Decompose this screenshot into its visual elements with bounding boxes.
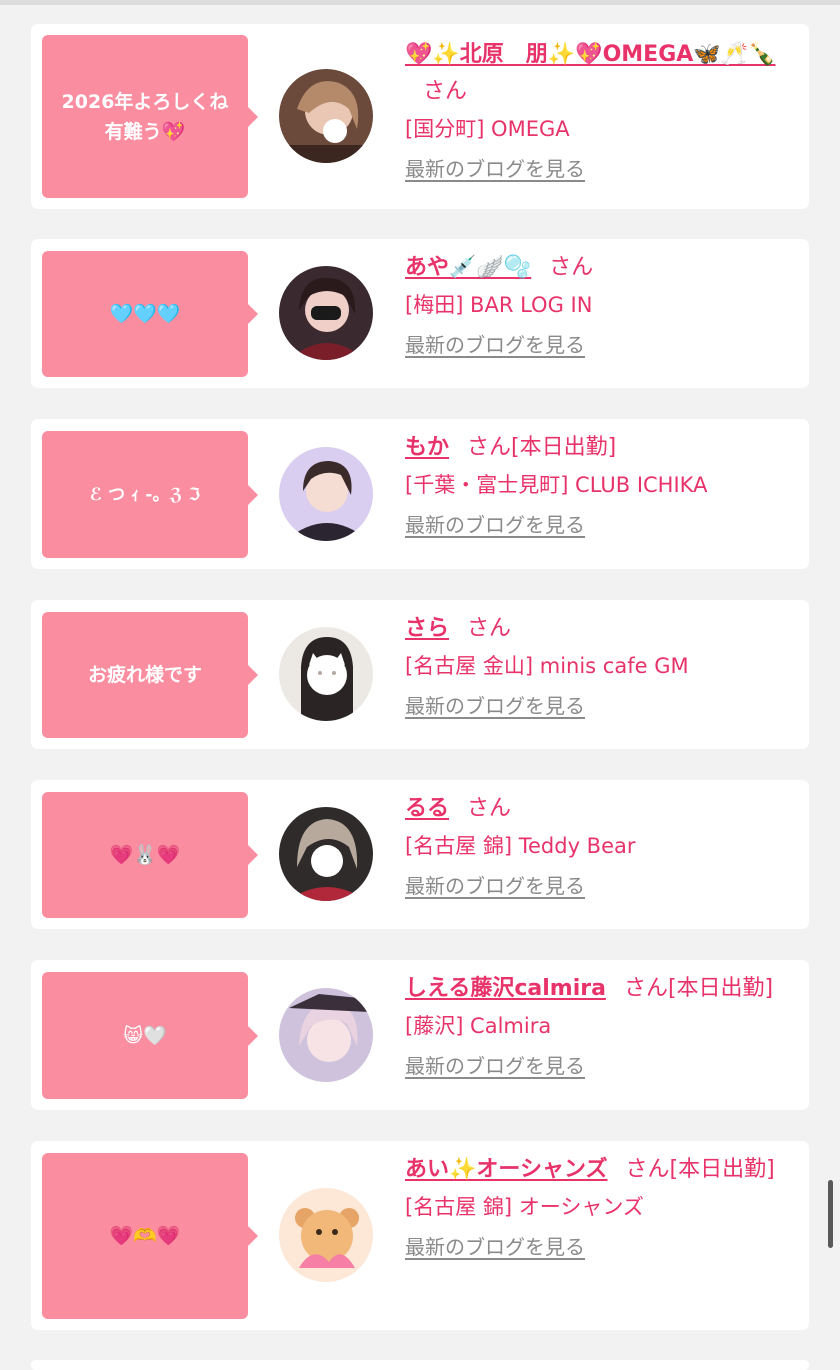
avatar[interactable] [279, 627, 373, 721]
honorific: さん [467, 435, 512, 460]
blog-card: ℰ つ ｨ -。ℨ ℑ もか さん[本日出勤] [千葉・富士見町] CLUB IC… [31, 419, 809, 569]
avatar[interactable] [279, 447, 373, 541]
cast-name-link[interactable]: もか [405, 435, 449, 460]
blog-card: お疲れ様です さら さん [名古屋 金山] minis cafe GM 最新のブロ… [31, 600, 809, 749]
latest-blog-link[interactable]: 最新のブログを見る [405, 154, 585, 184]
cast-name-link[interactable]: あい✨オーシャンズ [405, 1157, 608, 1182]
message-bubble: お疲れ様です [42, 612, 258, 738]
latest-blog-link[interactable]: 最新のブログを見る [405, 691, 585, 721]
cast-name-link[interactable]: るる [405, 796, 449, 821]
status-label: [本日出勤] [667, 976, 774, 1001]
shop-label: [梅田] BAR LOG IN [405, 293, 593, 317]
honorific: さん [625, 1157, 670, 1182]
blog-card: 💗🫶💗 あい✨オーシャンズ さん[本日出勤] [名古屋 錦] オーシャンズ 最新の… [31, 1141, 809, 1330]
message-bubble: 💗🫶💗 [42, 1153, 258, 1319]
blog-card: 2026年よろしくね 有難う💖 💖✨北原 朋✨💖OMEGA🦋🥂🍾 さん [国分町]… [31, 24, 809, 209]
cast-name-link[interactable]: あや💉🪽🫧 [405, 255, 531, 280]
honorific: さん [467, 616, 512, 641]
blog-card: 😸🤍 しえる藤沢calmira さん[本日出勤] [藤沢] Calmira 最新の… [31, 960, 809, 1110]
latest-blog-link[interactable]: 最新のブログを見る [405, 1051, 585, 1081]
avatar[interactable] [279, 69, 373, 163]
shop-label: [藤沢] Calmira [405, 1014, 552, 1038]
blog-card: 🩵🩵🩵 あや💉🪽🫧 さん [梅田] BAR LOG IN 最新のブログを見る [31, 239, 809, 388]
top-divider [0, 0, 840, 5]
shop-label: [千葉・富士見町] CLUB ICHIKA [405, 473, 708, 497]
status-label: [本日出勤] [669, 1157, 775, 1182]
cast-name-link[interactable]: しえる藤沢calmira [405, 976, 606, 1001]
message-bubble: 🩵🩵🩵 [42, 251, 258, 377]
avatar[interactable] [279, 988, 373, 1082]
latest-blog-link[interactable]: 最新のブログを見る [405, 871, 585, 901]
avatar[interactable] [279, 266, 373, 360]
avatar[interactable] [279, 807, 373, 901]
cast-name-link[interactable]: さら [405, 616, 449, 641]
shop-label: [国分町] OMEGA [405, 117, 570, 141]
latest-blog-link[interactable]: 最新のブログを見る [405, 510, 585, 540]
honorific: さん [423, 79, 468, 104]
blog-card: 💗🐰💗 るる さん [名古屋 錦] Teddy Bear 最新のブログを見る [31, 780, 809, 929]
blog-card-partial [31, 1360, 809, 1370]
avatar[interactable] [279, 1188, 373, 1282]
shop-label: [名古屋 金山] minis cafe GM [405, 654, 689, 678]
message-bubble: 💗🐰💗 [42, 792, 258, 918]
latest-blog-link[interactable]: 最新のブログを見る [405, 1232, 585, 1262]
honorific: さん [467, 796, 512, 821]
scrollbar[interactable] [828, 1180, 833, 1248]
cast-name-link[interactable]: 💖✨北原 朋✨💖OMEGA🦋🥂🍾 [405, 42, 775, 67]
status-label: [本日出勤] [511, 435, 617, 460]
shop-label: [名古屋 錦] Teddy Bear [405, 834, 636, 858]
latest-blog-link[interactable]: 最新のブログを見る [405, 330, 585, 360]
message-bubble: 2026年よろしくね 有難う💖 [42, 35, 258, 198]
message-bubble: ℰ つ ｨ -。ℨ ℑ [42, 431, 258, 558]
honorific: さん [623, 976, 668, 1001]
message-bubble: 😸🤍 [42, 972, 258, 1099]
shop-label: [名古屋 錦] オーシャンズ [405, 1195, 644, 1219]
honorific: さん [549, 255, 594, 280]
